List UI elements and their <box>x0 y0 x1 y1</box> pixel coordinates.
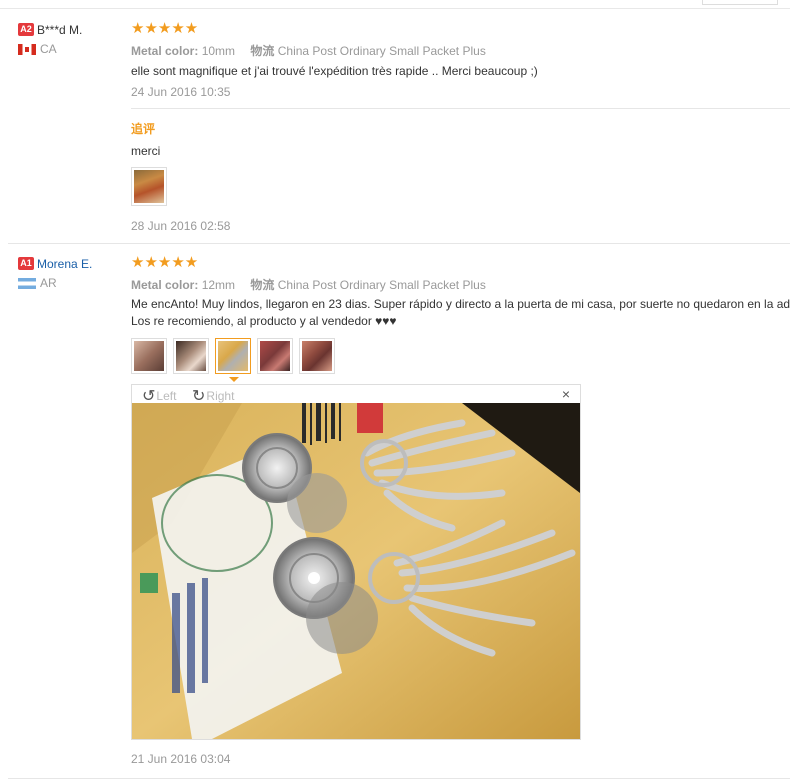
review-divider <box>8 243 790 244</box>
followup-date: 28 Jun 2016 02:58 <box>131 219 231 233</box>
canada-flag-icon <box>18 44 36 56</box>
viewer-toolbar: ↺Left ↻Right × <box>132 385 580 405</box>
followup-text: merci <box>131 144 161 158</box>
earrings-photo <box>132 403 580 739</box>
argentina-flag-icon <box>18 278 36 290</box>
star-rating: ★★★★★ <box>131 20 199 37</box>
active-thumb-indicator <box>229 377 239 382</box>
review-photo-thumb[interactable] <box>215 338 251 374</box>
reviewer-country: CA <box>18 42 57 56</box>
review-text-line: Me encAnto! Muy lindos, llegaron en 23 d… <box>131 297 790 311</box>
close-icon[interactable]: × <box>562 387 570 401</box>
review-photo-large <box>132 403 580 739</box>
level-badge: A2 <box>18 23 34 37</box>
review-photo-thumb[interactable] <box>257 338 293 374</box>
product-attributes: Metal color: 12mm 物流 China Post Ordinary… <box>131 278 486 292</box>
reviewer-country: AR <box>18 276 57 290</box>
review-photo-thumb[interactable] <box>131 167 167 206</box>
review-photo-thumb[interactable] <box>299 338 335 374</box>
followup-divider <box>131 108 790 109</box>
product-attributes: Metal color: 10mm 物流 China Post Ordinary… <box>131 44 486 58</box>
review-date: 24 Jun 2016 10:35 <box>131 85 231 99</box>
star-rating: ★★★★★ <box>131 254 199 271</box>
review-item: A2 B***d M. CA ★★★★★ Metal color: 10mm 物流… <box>0 20 790 244</box>
top-divider <box>0 8 790 9</box>
review-text: elle sont magnifique et j'ai trouvé l'ex… <box>131 64 538 78</box>
review-date: 21 Jun 2016 03:04 <box>131 752 231 766</box>
reviewer-name: B***d M. <box>37 22 83 37</box>
photo-viewer: ↺Left ↻Right × <box>131 384 581 740</box>
followup-title: 追评 <box>131 122 156 136</box>
review-content: ★★★★★ Metal color: 10mm 物流 China Post Or… <box>131 20 790 233</box>
review-photo-thumb[interactable] <box>173 338 209 374</box>
review-divider <box>8 778 790 779</box>
sort-dropdown[interactable] <box>702 0 778 5</box>
reviewer-name[interactable]: Morena E. <box>37 257 92 271</box>
review-text-line: Los re recomiendo, al producto y al vend… <box>131 314 397 328</box>
review-content: ★★★★★ Metal color: 12mm 物流 China Post Or… <box>131 254 790 328</box>
reviewer-info: A1 Morena E. AR <box>18 256 92 290</box>
reviewer-info: A2 B***d M. CA <box>18 22 83 56</box>
review-photo-thumb[interactable] <box>131 338 167 374</box>
level-badge: A1 <box>18 257 34 271</box>
